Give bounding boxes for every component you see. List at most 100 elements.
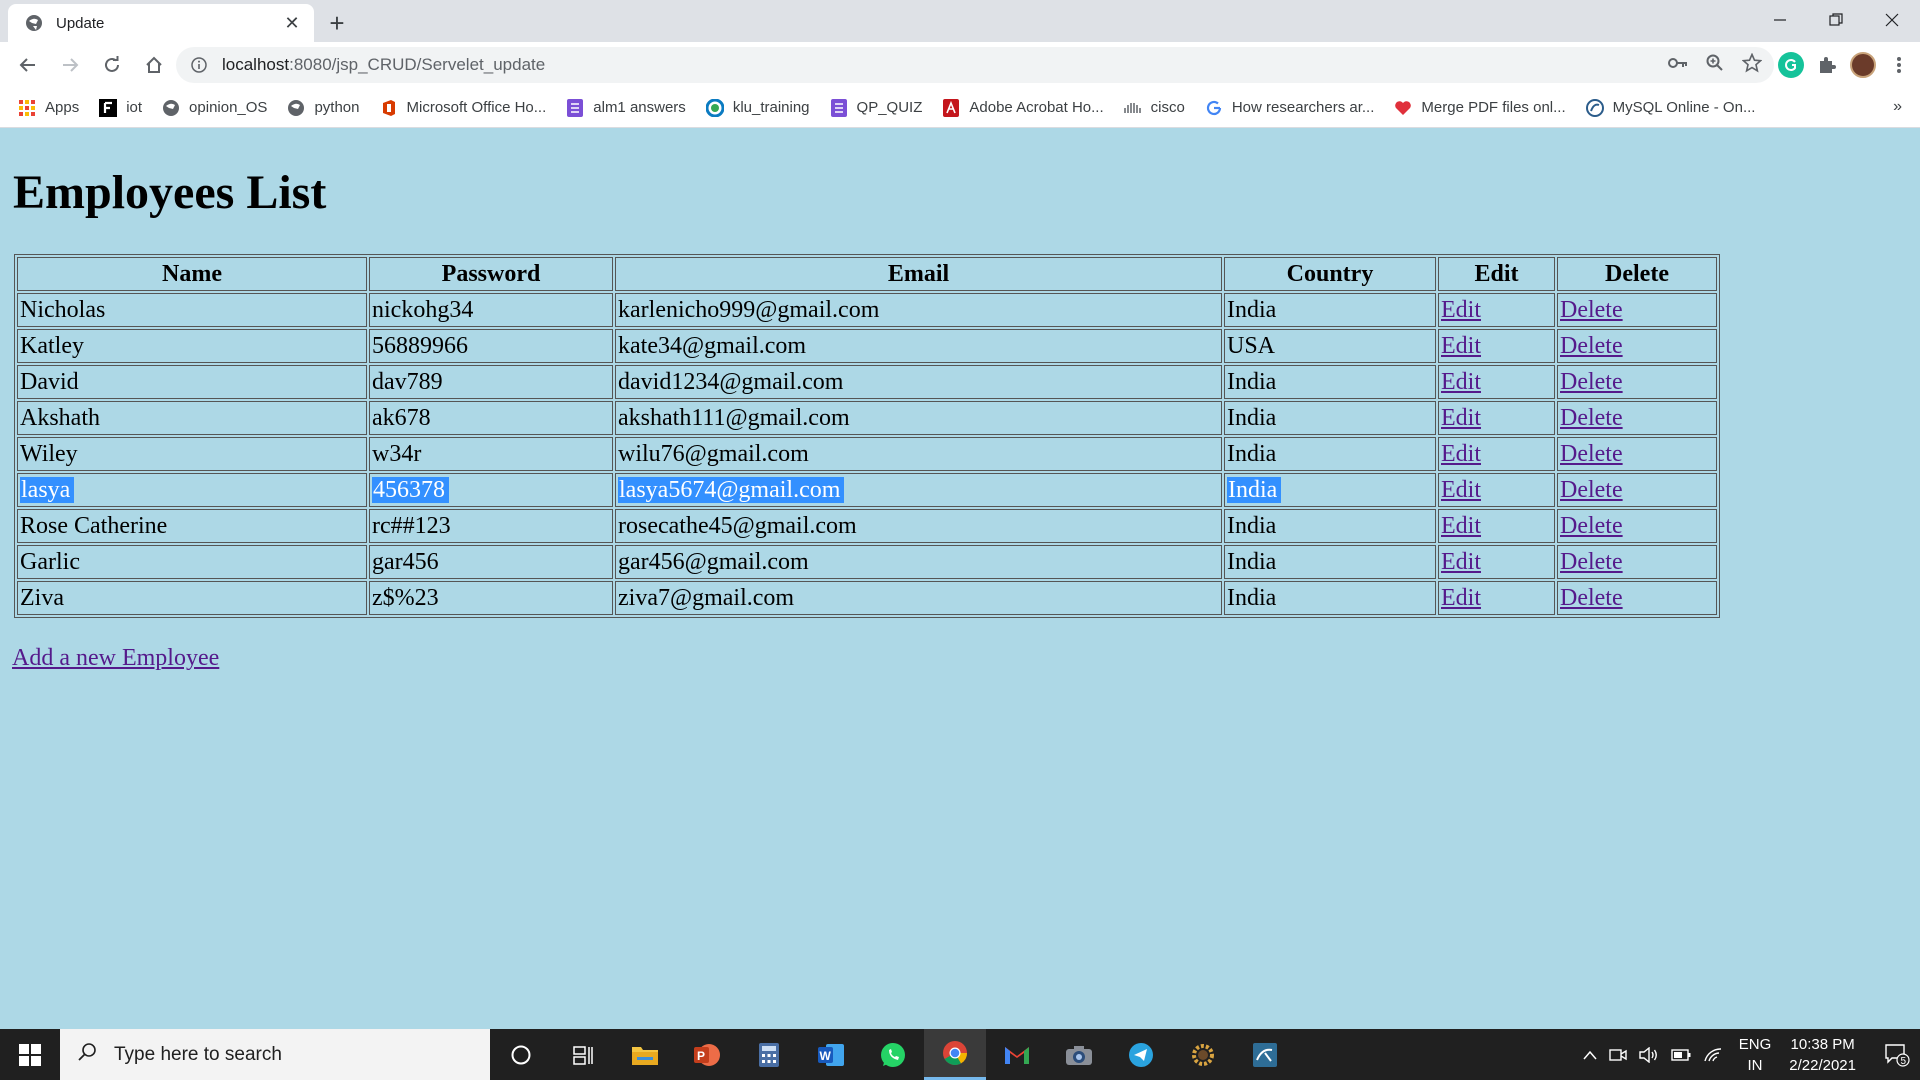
taskbar-search-placeholder: Type here to search (114, 1043, 282, 1065)
email-text: kate34@gmail.com (618, 332, 807, 359)
browser-toolbar: localhost:8080/jsp_CRUD/Servelet_update (0, 42, 1920, 88)
page-title: Employees List (13, 166, 327, 219)
powerpoint-icon[interactable]: P (676, 1029, 738, 1080)
password-text: w34r (372, 440, 422, 467)
bookmark-item[interactable]: iot (99, 98, 142, 117)
task-view-icon[interactable] (552, 1029, 614, 1080)
notifications-icon[interactable]: 5 (1874, 1043, 1920, 1067)
bookmark-label: python (314, 99, 360, 116)
chrome-icon[interactable] (924, 1029, 986, 1080)
add-new-employee-link[interactable]: Add a new Employee (12, 645, 219, 672)
clock[interactable]: 10:38 PM 2/22/2021 (1789, 1034, 1856, 1076)
bookmark-item[interactable]: QP_QUIZ (830, 98, 922, 117)
column-header-country: Country (1224, 257, 1436, 291)
reload-icon[interactable] (92, 45, 132, 85)
email-text: rosecathe45@gmail.com (618, 512, 857, 539)
delete-link[interactable]: Delete (1560, 477, 1623, 503)
restore-button[interactable] (1808, 0, 1864, 40)
back-arrow-icon[interactable] (8, 45, 48, 85)
delete-link[interactable]: Delete (1560, 585, 1623, 611)
word-icon[interactable]: W (800, 1029, 862, 1080)
bookmark-item[interactable]: Adobe Acrobat Ho... (942, 98, 1104, 117)
edit-link[interactable]: Edit (1441, 585, 1481, 611)
password-text: nickohg34 (372, 296, 474, 323)
bookmark-item[interactable]: cisco (1123, 99, 1185, 117)
windows-start-icon[interactable] (0, 1029, 60, 1080)
cell-delete: Delete (1557, 401, 1717, 435)
delete-link[interactable]: Delete (1560, 297, 1623, 323)
battery-icon[interactable] (1671, 1048, 1691, 1061)
camera-icon[interactable] (1048, 1029, 1110, 1080)
cortana-icon[interactable] (490, 1029, 552, 1080)
star-icon[interactable] (1741, 52, 1763, 78)
edit-link[interactable]: Edit (1441, 369, 1481, 395)
bookmark-item[interactable]: Microsoft Office Ho... (380, 99, 546, 117)
bookmark-item[interactable]: Merge PDF files onl... (1394, 99, 1566, 117)
delete-link[interactable]: Delete (1560, 441, 1623, 467)
browser-tab[interactable]: Update ✕ (8, 4, 314, 42)
gmail-icon[interactable] (986, 1029, 1048, 1080)
cell-email: david1234@gmail.com (615, 365, 1222, 399)
close-window-button[interactable] (1864, 0, 1920, 40)
edit-link[interactable]: Edit (1441, 513, 1481, 539)
cell-delete: Delete (1557, 581, 1717, 615)
name-text: Garlic (20, 548, 80, 575)
name-text: David (20, 368, 79, 395)
wifi-icon[interactable] (1703, 1047, 1723, 1063)
delete-link[interactable]: Delete (1560, 549, 1623, 575)
close-tab-icon[interactable]: ✕ (282, 13, 302, 33)
new-tab-button[interactable]: + (322, 8, 352, 38)
meet-now-icon[interactable] (1609, 1047, 1627, 1063)
settings-gear-icon[interactable] (1172, 1029, 1234, 1080)
delete-link[interactable]: Delete (1560, 513, 1623, 539)
bookmark-item[interactable]: opinion_OS (162, 99, 267, 117)
edit-link[interactable]: Edit (1441, 405, 1481, 431)
extensions-puzzle-icon[interactable] (1814, 52, 1840, 78)
name-text: Katley (20, 332, 84, 359)
edit-link[interactable]: Edit (1441, 549, 1481, 575)
edit-link[interactable]: Edit (1441, 441, 1481, 467)
info-icon[interactable] (190, 56, 208, 74)
cell-password: 56889966 (369, 329, 613, 363)
calculator-icon[interactable] (738, 1029, 800, 1080)
country-text: India (1227, 296, 1277, 323)
bookmark-item[interactable]: python (287, 99, 360, 117)
grammarly-icon[interactable] (1778, 52, 1804, 78)
chevron-up-icon[interactable] (1583, 1050, 1597, 1060)
email-text: gar456@gmail.com (618, 548, 809, 575)
edit-link[interactable]: Edit (1441, 297, 1481, 323)
cell-edit: Edit (1438, 581, 1555, 615)
volume-icon[interactable] (1639, 1046, 1659, 1063)
delete-link[interactable]: Delete (1560, 333, 1623, 359)
language-indicator[interactable]: ENG IN (1739, 1034, 1772, 1076)
forward-arrow-icon[interactable] (50, 45, 90, 85)
bookmarks-overflow-chevron-icon[interactable]: » (1893, 98, 1902, 116)
edit-link[interactable]: Edit (1441, 333, 1481, 359)
bookmark-item[interactable]: alm1 answers (566, 98, 686, 117)
mysql-workbench-icon[interactable] (1234, 1029, 1296, 1080)
apps-grid-icon (18, 99, 36, 117)
telegram-icon[interactable] (1110, 1029, 1172, 1080)
taskbar-search-box[interactable]: Type here to search (60, 1029, 490, 1080)
zoom-icon[interactable] (1706, 54, 1724, 77)
bookmark-item[interactable]: MySQL Online - On... (1585, 98, 1755, 117)
delete-link[interactable]: Delete (1560, 405, 1623, 431)
bookmark-item[interactable]: Apps (18, 99, 79, 117)
cell-edit: Edit (1438, 437, 1555, 471)
minimize-button[interactable] (1752, 0, 1808, 40)
bookmark-item[interactable]: klu_training (705, 98, 810, 117)
profile-avatar-icon[interactable] (1850, 52, 1876, 78)
cell-email: rosecathe45@gmail.com (615, 509, 1222, 543)
edit-link[interactable]: Edit (1441, 477, 1481, 503)
menu-dots-icon[interactable] (1886, 52, 1912, 78)
cell-name: Nicholas (17, 293, 367, 327)
file-explorer-icon[interactable] (614, 1029, 676, 1080)
column-header-password: Password (369, 257, 613, 291)
bookmark-item[interactable]: How researchers ar... (1205, 99, 1374, 117)
password-text: dav789 (372, 368, 443, 395)
address-bar[interactable]: localhost:8080/jsp_CRUD/Servelet_update (176, 47, 1774, 83)
key-icon[interactable] (1668, 56, 1688, 75)
home-icon[interactable] (134, 45, 174, 85)
whatsapp-icon[interactable] (862, 1029, 924, 1080)
delete-link[interactable]: Delete (1560, 369, 1623, 395)
